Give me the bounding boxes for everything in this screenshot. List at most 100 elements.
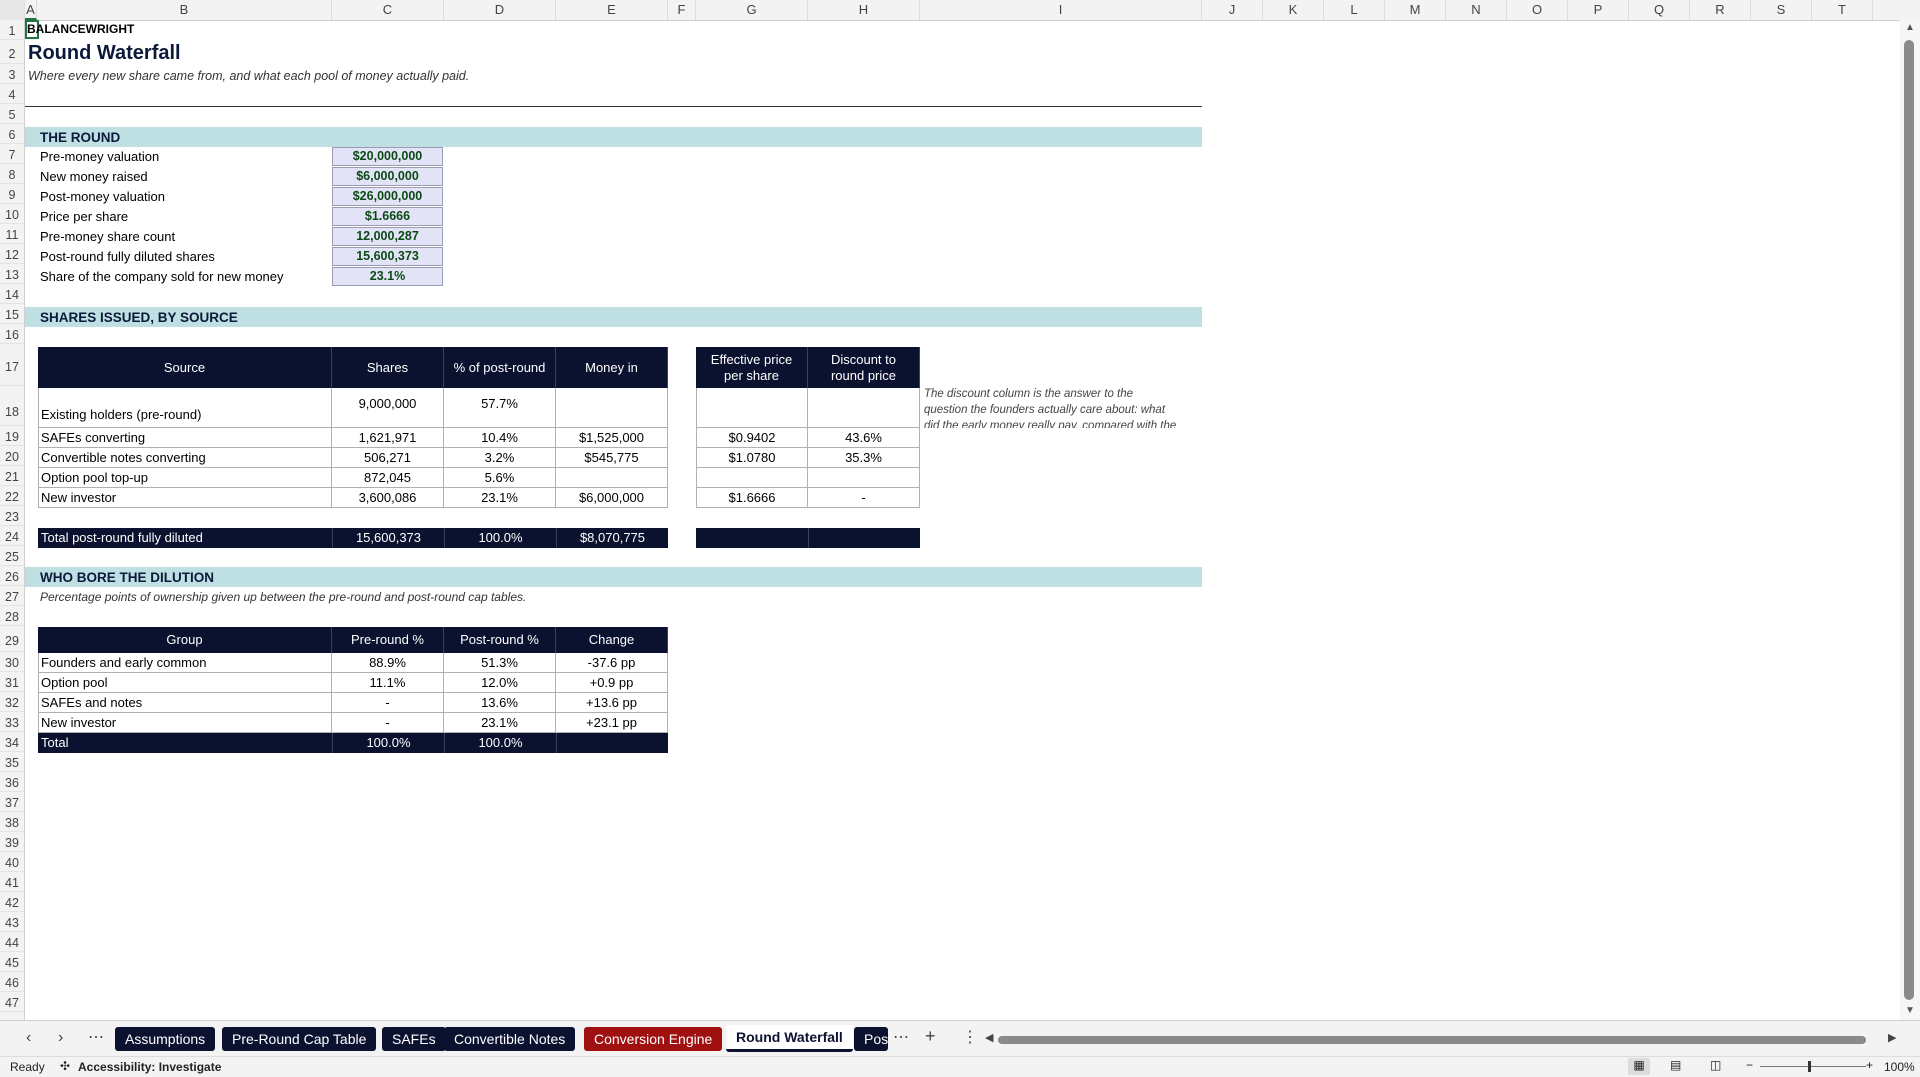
page-layout-icon[interactable]: ▤ xyxy=(1670,1058,1681,1072)
column-header-f[interactable]: F xyxy=(668,0,696,20)
row-header[interactable]: 25 xyxy=(0,546,24,566)
row-header[interactable]: 39 xyxy=(0,832,24,852)
row-header[interactable]: 32 xyxy=(0,692,24,712)
row-header[interactable]: 43 xyxy=(0,912,24,932)
row-header[interactable]: 41 xyxy=(0,872,24,892)
column-header-b[interactable]: B xyxy=(37,0,332,20)
vertical-scroll-thumb[interactable] xyxy=(1904,40,1914,1000)
row-header[interactable]: 36 xyxy=(0,772,24,792)
zoom-slider[interactable] xyxy=(1760,1066,1866,1067)
shares-count-cell[interactable]: 9,000,000 xyxy=(332,388,444,428)
new-money-raised-input[interactable]: $6,000,000 xyxy=(332,167,443,186)
shares-price-cell[interactable]: $1.0780 xyxy=(696,448,808,468)
shares-price-cell[interactable]: $0.9402 xyxy=(696,428,808,448)
column-header-d[interactable]: D xyxy=(444,0,556,20)
share-sold-input[interactable]: 23.1% xyxy=(332,267,443,286)
row-header[interactable]: 12 xyxy=(0,244,24,264)
row-header[interactable]: 45 xyxy=(0,952,24,972)
column-header-j[interactable]: J xyxy=(1202,0,1263,20)
row-header[interactable]: 16 xyxy=(0,324,24,344)
shares-money-cell[interactable] xyxy=(556,468,668,488)
shares-source-cell[interactable]: SAFEs converting xyxy=(38,428,332,448)
row-header[interactable]: 13 xyxy=(0,264,24,284)
shares-price-cell[interactable]: $1.6666 xyxy=(696,488,808,508)
shares-source-cell[interactable]: Option pool top-up xyxy=(38,468,332,488)
row-header[interactable]: 28 xyxy=(0,606,24,626)
shares-count-cell[interactable]: 1,621,971 xyxy=(332,428,444,448)
zoom-level[interactable]: 100% xyxy=(1884,1060,1915,1074)
column-header-s[interactable]: S xyxy=(1751,0,1812,20)
dilution-post-cell[interactable]: 12.0% xyxy=(444,673,556,693)
dilution-post-cell[interactable]: 51.3% xyxy=(444,653,556,673)
accessibility-icon[interactable]: ✣ xyxy=(60,1059,70,1073)
row-header[interactable]: 6 xyxy=(0,124,24,144)
row-header[interactable]: 8 xyxy=(0,164,24,184)
dilution-post-cell[interactable]: 13.6% xyxy=(444,693,556,713)
dilution-change-cell[interactable]: +0.9 pp xyxy=(556,673,668,693)
shares-source-cell[interactable]: New investor xyxy=(38,488,332,508)
dilution-group-cell[interactable]: New investor xyxy=(38,713,332,733)
row-header[interactable]: 31 xyxy=(0,672,24,692)
column-header-h[interactable]: H xyxy=(808,0,920,20)
add-sheet-icon[interactable]: + xyxy=(925,1026,936,1047)
row-header[interactable]: 11 xyxy=(0,224,24,244)
shares-discount-cell[interactable] xyxy=(808,388,920,428)
column-header-r[interactable]: R xyxy=(1690,0,1751,20)
row-header[interactable]: 3 xyxy=(0,64,24,84)
dilution-pre-cell[interactable]: - xyxy=(332,693,444,713)
shares-source-cell[interactable]: Existing holders (pre-round) xyxy=(38,388,332,428)
next-sheet-icon[interactable]: › xyxy=(58,1029,63,1047)
shares-source-cell[interactable]: Convertible notes converting xyxy=(38,448,332,468)
column-header-g[interactable]: G xyxy=(696,0,808,20)
column-header-t[interactable]: T xyxy=(1812,0,1873,20)
tab-safes[interactable]: SAFEs xyxy=(382,1027,446,1051)
shares-pct-cell[interactable]: 23.1% xyxy=(444,488,556,508)
dilution-group-cell[interactable]: Founders and early common xyxy=(38,653,332,673)
shares-discount-cell[interactable]: 35.3% xyxy=(808,448,920,468)
more-tabs-icon[interactable]: ⋯ xyxy=(893,1027,909,1047)
dilution-pre-cell[interactable]: - xyxy=(332,713,444,733)
page-break-icon[interactable]: ◫ xyxy=(1710,1058,1721,1072)
row-header[interactable]: 37 xyxy=(0,792,24,812)
dilution-post-cell[interactable]: 23.1% xyxy=(444,713,556,733)
shares-money-cell[interactable]: $6,000,000 xyxy=(556,488,668,508)
pre-money-valuation-input[interactable]: $20,000,000 xyxy=(332,147,443,166)
shares-money-cell[interactable]: $545,775 xyxy=(556,448,668,468)
dilution-group-cell[interactable]: Option pool xyxy=(38,673,332,693)
row-header[interactable]: 22 xyxy=(0,486,24,506)
shares-discount-cell[interactable]: - xyxy=(808,488,920,508)
row-header[interactable]: 7 xyxy=(0,144,24,164)
select-all-corner[interactable] xyxy=(0,0,25,20)
shares-price-cell[interactable] xyxy=(696,388,808,428)
tab-pos[interactable]: Pos xyxy=(854,1027,888,1051)
row-header[interactable]: 35 xyxy=(0,752,24,772)
row-header[interactable]: 14 xyxy=(0,284,24,304)
tab-round-waterfall[interactable]: Round Waterfall xyxy=(726,1025,853,1052)
dilution-pre-cell[interactable]: 88.9% xyxy=(332,653,444,673)
row-header[interactable]: 15 xyxy=(0,304,24,324)
post-money-valuation-input[interactable]: $26,000,000 xyxy=(332,187,443,206)
shares-discount-cell[interactable]: 43.6% xyxy=(808,428,920,448)
column-header-k[interactable]: K xyxy=(1263,0,1324,20)
row-header[interactable]: 29 xyxy=(0,626,24,652)
row-header[interactable]: 47 xyxy=(0,992,24,1012)
prev-sheet-icon[interactable]: ‹ xyxy=(26,1029,31,1047)
scroll-left-icon[interactable]: ◀ xyxy=(985,1031,993,1044)
row-header[interactable]: 9 xyxy=(0,184,24,204)
column-header-i[interactable]: I xyxy=(920,0,1202,20)
dilution-group-cell[interactable]: SAFEs and notes xyxy=(38,693,332,713)
row-header[interactable]: 42 xyxy=(0,892,24,912)
row-header[interactable]: 1 xyxy=(0,20,24,40)
dilution-change-cell[interactable]: +13.6 pp xyxy=(556,693,668,713)
shares-count-cell[interactable]: 3,600,086 xyxy=(332,488,444,508)
tab-options-icon[interactable]: ⋮ xyxy=(962,1027,978,1047)
shares-count-cell[interactable]: 506,271 xyxy=(332,448,444,468)
dilution-pre-cell[interactable]: 11.1% xyxy=(332,673,444,693)
zoom-in-icon[interactable]: + xyxy=(1866,1058,1873,1072)
vertical-scrollbar[interactable]: ▲ ▼ xyxy=(1900,20,1920,1020)
column-header-l[interactable]: L xyxy=(1324,0,1385,20)
row-header[interactable]: 33 xyxy=(0,712,24,732)
tab-convertible-notes[interactable]: Convertible Notes xyxy=(444,1027,576,1051)
tab-conversion-engine[interactable]: Conversion Engine xyxy=(584,1027,723,1051)
row-header[interactable]: 10 xyxy=(0,204,24,224)
